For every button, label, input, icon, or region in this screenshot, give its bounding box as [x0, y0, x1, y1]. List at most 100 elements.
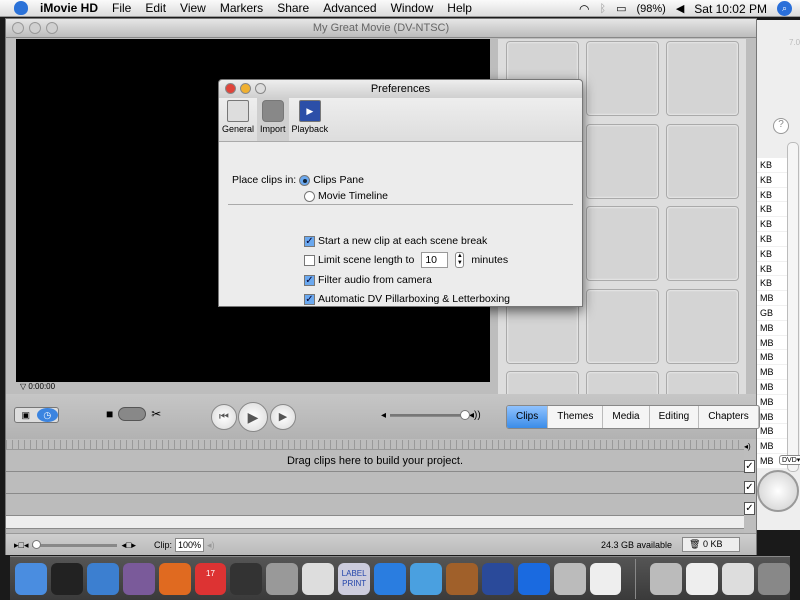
- size-list-item[interactable]: MB: [757, 365, 787, 380]
- size-list-item[interactable]: MB: [757, 410, 787, 425]
- size-list-item[interactable]: MB: [757, 395, 787, 410]
- clip-slot[interactable]: [666, 41, 739, 116]
- clip-slot[interactable]: [586, 206, 659, 281]
- dock-printer-icon[interactable]: [302, 562, 335, 595]
- tab-general[interactable]: General: [219, 98, 257, 141]
- audio-track-1[interactable]: [6, 472, 744, 494]
- dock-drive-icon[interactable]: [650, 562, 683, 595]
- dock-disk-utility-icon[interactable]: [230, 562, 263, 595]
- volume-slider[interactable]: ◂ ◂)): [381, 410, 481, 421]
- size-list-item[interactable]: KB: [757, 188, 787, 203]
- rewind-button[interactable]: ⏮: [211, 404, 237, 430]
- size-list-item[interactable]: KB: [757, 158, 787, 173]
- menu-view[interactable]: View: [180, 1, 206, 15]
- size-list-item[interactable]: KB: [757, 202, 787, 218]
- checkbox-limit-scene[interactable]: [304, 254, 315, 266]
- checkbox-new-clip[interactable]: ✓: [304, 235, 315, 247]
- clip-slot[interactable]: [586, 41, 659, 116]
- size-list-item[interactable]: KB: [757, 232, 787, 247]
- menu-app[interactable]: iMovie HD: [40, 1, 98, 15]
- size-list-item[interactable]: MB: [757, 350, 787, 366]
- audio-track-2[interactable]: [6, 494, 744, 516]
- size-list-item[interactable]: MB: [757, 380, 787, 395]
- tab-editing[interactable]: Editing: [650, 406, 700, 428]
- clip-slot[interactable]: [666, 123, 739, 199]
- tab-playback[interactable]: ▶ Playback: [289, 98, 332, 141]
- radio-clips-pane[interactable]: [299, 174, 311, 186]
- checkbox-filter-audio[interactable]: ✓: [304, 274, 315, 286]
- size-list-item[interactable]: MB: [757, 321, 787, 336]
- movie-timeline-label[interactable]: Movie Timeline: [318, 190, 388, 202]
- apple-menu-icon[interactable]: [14, 1, 28, 15]
- burn-button[interactable]: [757, 470, 799, 512]
- play-button[interactable]: ▶: [238, 402, 268, 432]
- size-list-item[interactable]: KB: [757, 173, 787, 188]
- camera-edit-switch[interactable]: ■ ✂: [106, 407, 161, 421]
- dock-document-icon[interactable]: [686, 562, 719, 595]
- dock-audio-app-icon[interactable]: [266, 562, 299, 595]
- clip-slot[interactable]: [666, 206, 739, 281]
- volume-icon[interactable]: ◀: [676, 2, 684, 15]
- size-list-item[interactable]: KB: [757, 217, 787, 232]
- dock-quicktime-icon[interactable]: [374, 562, 406, 595]
- dock-trash-icon[interactable]: [758, 562, 791, 595]
- video-track-checkbox[interactable]: ✓: [744, 460, 755, 473]
- audio-track-2-checkbox[interactable]: ✓: [744, 502, 755, 515]
- timeline-mode-switch[interactable]: ▣ ◷: [14, 407, 59, 423]
- menu-advanced[interactable]: Advanced: [323, 1, 376, 15]
- dock-safari-icon[interactable]: [86, 562, 119, 595]
- dock-itunes-icon[interactable]: [409, 562, 442, 595]
- clock[interactable]: Sat 10:02 PM: [694, 2, 767, 16]
- prefs-zoom-button[interactable]: [255, 83, 266, 94]
- dock-imovie-icon[interactable]: [481, 562, 514, 595]
- dock-textedit-icon[interactable]: [589, 562, 622, 595]
- tab-themes[interactable]: Themes: [548, 406, 604, 428]
- menu-window[interactable]: Window: [391, 1, 434, 15]
- tab-import[interactable]: Import: [257, 98, 289, 141]
- battery-icon[interactable]: ▭: [616, 2, 626, 15]
- menu-file[interactable]: File: [112, 1, 131, 15]
- filter-audio-label[interactable]: Filter audio from camera: [318, 274, 432, 286]
- tab-chapters[interactable]: Chapters: [699, 406, 759, 428]
- audio-track-1-checkbox[interactable]: ✓: [744, 481, 755, 494]
- project-trash[interactable]: 🗑 0 KB: [682, 537, 740, 552]
- clip-slot[interactable]: [586, 288, 659, 364]
- dock-iphoto-icon[interactable]: [445, 562, 478, 595]
- menu-edit[interactable]: Edit: [145, 1, 166, 15]
- spotlight-icon[interactable]: ⌕: [777, 1, 792, 16]
- radio-movie-timeline[interactable]: [304, 190, 315, 202]
- scene-length-stepper[interactable]: ▲ ▼: [455, 252, 465, 268]
- clip-volume-field[interactable]: 100%: [175, 538, 205, 552]
- size-list-item[interactable]: MB: [757, 291, 787, 306]
- clip-slot[interactable]: [666, 288, 739, 364]
- dock-iweb-icon[interactable]: [517, 562, 550, 595]
- volume-knob[interactable]: [460, 410, 471, 420]
- size-list-item[interactable]: MB: [757, 424, 787, 440]
- clips-pane-label[interactable]: Clips Pane: [313, 174, 364, 186]
- help-button[interactable]: ?: [773, 118, 789, 134]
- dvd-button[interactable]: DVD▾: [779, 455, 800, 465]
- menu-help[interactable]: Help: [447, 1, 472, 15]
- zoom-knob[interactable]: [32, 540, 42, 549]
- timeline-scroll-area[interactable]: [6, 516, 744, 529]
- size-list-item[interactable]: GB: [757, 306, 787, 321]
- clip-view-icon[interactable]: ▣: [15, 408, 37, 422]
- battery-percent[interactable]: (98%): [636, 3, 665, 15]
- size-list-item[interactable]: MB: [757, 439, 787, 454]
- dock-firefox-icon[interactable]: [158, 562, 191, 595]
- dock-system-prefs-icon[interactable]: [553, 562, 586, 595]
- play-fullscreen-button[interactable]: ▶: [270, 404, 296, 430]
- scene-length-input[interactable]: 10: [421, 252, 449, 268]
- clip-volume-icon[interactable]: ◂): [207, 540, 215, 551]
- timeline[interactable]: Drag clips here to build your project.: [6, 440, 744, 540]
- clip-slot[interactable]: [586, 123, 659, 199]
- pillarboxing-label[interactable]: Automatic DV Pillarboxing & Letterboxing: [318, 293, 510, 305]
- prefs-close-button[interactable]: [225, 83, 236, 94]
- tab-media[interactable]: Media: [603, 406, 650, 428]
- dock-ical-icon[interactable]: 17: [194, 562, 227, 595]
- menu-share[interactable]: Share: [277, 1, 309, 15]
- size-list-item[interactable]: KB: [757, 276, 787, 292]
- dock-window-icon[interactable]: [722, 562, 755, 595]
- tab-clips[interactable]: Clips: [507, 406, 549, 428]
- timeline-ruler[interactable]: [6, 440, 744, 450]
